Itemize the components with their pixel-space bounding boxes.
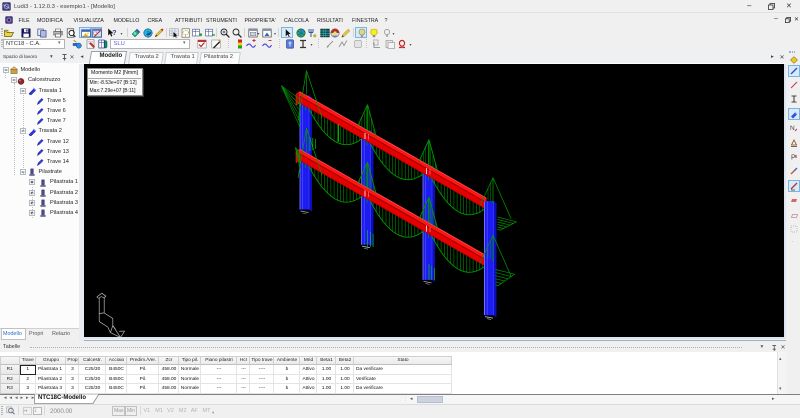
svg-text:?: ? — [112, 29, 116, 36]
svg-text:N: N — [790, 125, 795, 132]
svg-text:P: P — [791, 154, 796, 161]
